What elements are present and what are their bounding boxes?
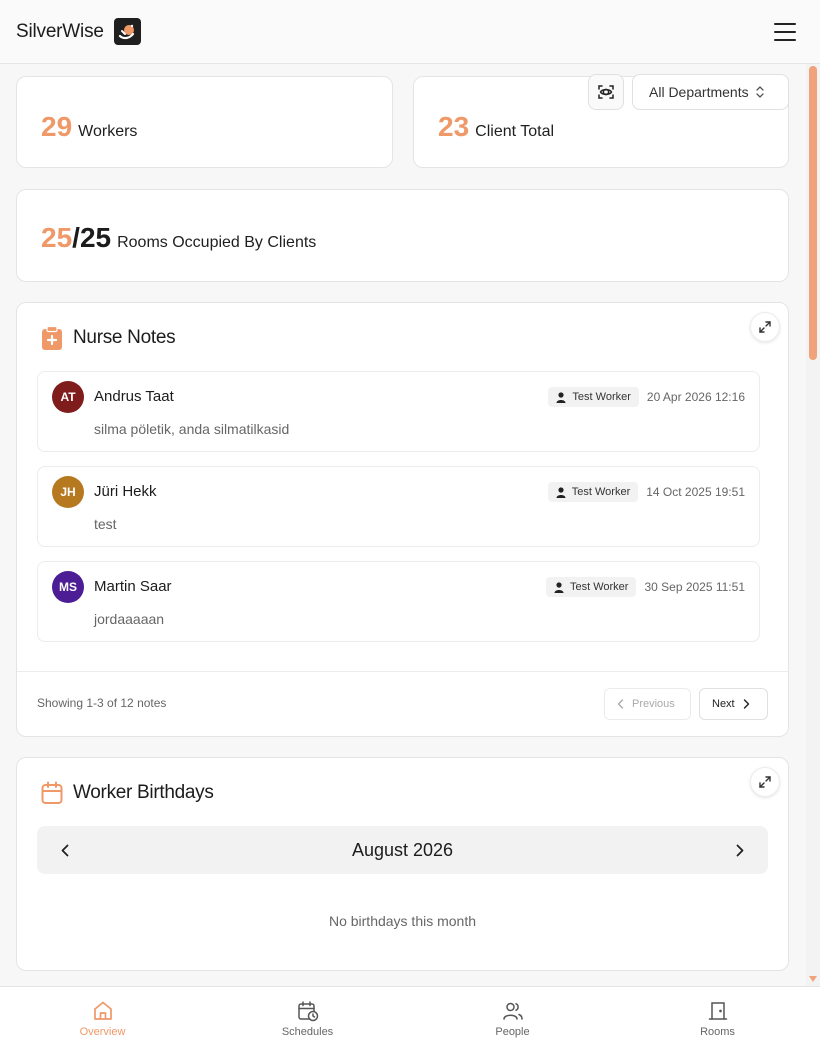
note-item[interactable]: JH Jüri Hekk test Test Worker 14 Oct 202… (37, 466, 760, 547)
people-icon (502, 1002, 523, 1020)
rooms-stat-card: 25 / 25 Rooms Occupied By Clients (16, 189, 789, 282)
home-icon (93, 1001, 112, 1020)
next-month-button[interactable] (730, 838, 750, 863)
note-meta: Test Worker 20 Apr 2026 12:16 (548, 387, 745, 407)
scrollbar-thumb[interactable] (809, 66, 817, 360)
rooms-total-count: 25 (79, 222, 112, 253)
user-icon (554, 581, 564, 593)
main-content: 29 Workers 23 Client Total All Departmen… (0, 64, 806, 986)
workers-stat-card: 29 Workers (16, 76, 393, 168)
nav-overview[interactable]: Overview (0, 987, 205, 1050)
user-icon (556, 391, 566, 403)
note-date: 30 Sep 2025 11:51 (644, 580, 745, 594)
nav-rooms[interactable]: Rooms (615, 987, 820, 1050)
nav-schedules-label: Schedules (281, 1025, 334, 1038)
calendar-clock-icon (297, 1000, 318, 1021)
chevron-right-icon (736, 844, 744, 856)
birthdays-empty-message: No birthdays this month (328, 913, 477, 929)
note-client-name: Andrus Taat (94, 388, 174, 405)
scan-button[interactable] (588, 74, 624, 110)
note-text: test (94, 516, 117, 532)
note-text: jordaaaaan (94, 611, 165, 627)
door-icon (708, 1001, 727, 1020)
note-text: silma pöletik, anda silmatilkasid (94, 421, 290, 437)
top-bar: SilverWise (0, 0, 820, 64)
nurse-notes-card: Nurse Notes AT Andrus Taat silma pöletik… (16, 302, 789, 737)
note-meta: Test Worker 14 Oct 2025 19:51 (547, 482, 745, 502)
note-date: 20 Apr 2026 12:16 (646, 390, 745, 404)
scroll-down-arrow-icon[interactable] (809, 976, 817, 982)
worker-chip: Test Worker (545, 577, 637, 597)
note-client-name: Martin Saar (94, 578, 172, 595)
current-month: August 2026 (351, 839, 454, 860)
previous-page-button[interactable]: Previous (604, 688, 691, 720)
nav-overview-label: Overview (79, 1025, 126, 1038)
clients-count: 23 (438, 111, 470, 142)
silverwise-logo-icon (113, 18, 141, 45)
brand[interactable]: SilverWise (16, 18, 141, 45)
chevron-up-down-icon (755, 86, 764, 98)
previous-month-button[interactable] (55, 838, 75, 863)
worker-chip: Test Worker (547, 482, 639, 502)
rooms-label: Rooms Occupied By Clients (117, 234, 317, 251)
note-date: 14 Oct 2025 19:51 (646, 485, 745, 499)
avatar: MS (52, 571, 84, 603)
worker-chip: Test Worker (548, 387, 639, 407)
department-select[interactable]: All Departments (632, 74, 789, 110)
nav-people-label: People (495, 1025, 530, 1038)
note-item[interactable]: MS Martin Saar jordaaaaan Test Worker 30… (37, 561, 760, 642)
birthdays-title: Worker Birthdays (73, 782, 214, 803)
rooms-occupied-count: 25 (41, 222, 73, 253)
rooms-separator: / (72, 222, 80, 253)
birthdays-header: Worker Birthdays (41, 781, 214, 805)
nurse-notes-header: Nurse Notes (41, 326, 176, 350)
chevron-right-icon (743, 699, 749, 709)
note-item[interactable]: AT Andrus Taat silma pöletik, anda silma… (37, 371, 760, 452)
note-meta: Test Worker 30 Sep 2025 11:51 (545, 577, 745, 597)
month-navigator: August 2026 (37, 826, 768, 874)
note-client-name: Jüri Hekk (94, 483, 157, 500)
workers-count: 29 (41, 111, 73, 142)
nav-people[interactable]: People (410, 987, 615, 1050)
worker-birthdays-card: Worker Birthdays August 2026 No birthday… (16, 757, 789, 971)
chevron-left-icon (61, 844, 69, 856)
clients-label: Client Total (475, 123, 555, 140)
scrollbar[interactable] (806, 64, 820, 986)
birthdays-expand-button[interactable] (750, 767, 780, 797)
scan-face-icon (598, 85, 614, 99)
pagination-summary: Showing 1-3 of 12 notes (37, 696, 167, 710)
bottom-navigation: Overview Schedules People Rooms (0, 986, 820, 1050)
avatar: AT (52, 381, 84, 413)
nurse-notes-expand-button[interactable] (750, 312, 780, 342)
expand-icon (759, 776, 771, 788)
chevron-left-icon (617, 699, 624, 709)
workers-label: Workers (78, 123, 138, 140)
header-controls: All Departments (588, 74, 789, 110)
divider (17, 671, 788, 672)
app-name: SilverWise (16, 20, 104, 42)
nav-rooms-label: Rooms (700, 1025, 735, 1038)
user-icon (556, 486, 566, 498)
next-page-button[interactable]: Next (699, 688, 768, 720)
avatar: JH (52, 476, 84, 508)
nav-schedules[interactable]: Schedules (205, 987, 410, 1050)
hamburger-menu-icon[interactable] (774, 22, 796, 41)
expand-icon (759, 321, 771, 333)
medical-clipboard-icon (42, 326, 62, 350)
department-select-value: All Departments (649, 84, 749, 100)
nurse-notes-title: Nurse Notes (73, 327, 176, 348)
calendar-icon (41, 781, 63, 804)
